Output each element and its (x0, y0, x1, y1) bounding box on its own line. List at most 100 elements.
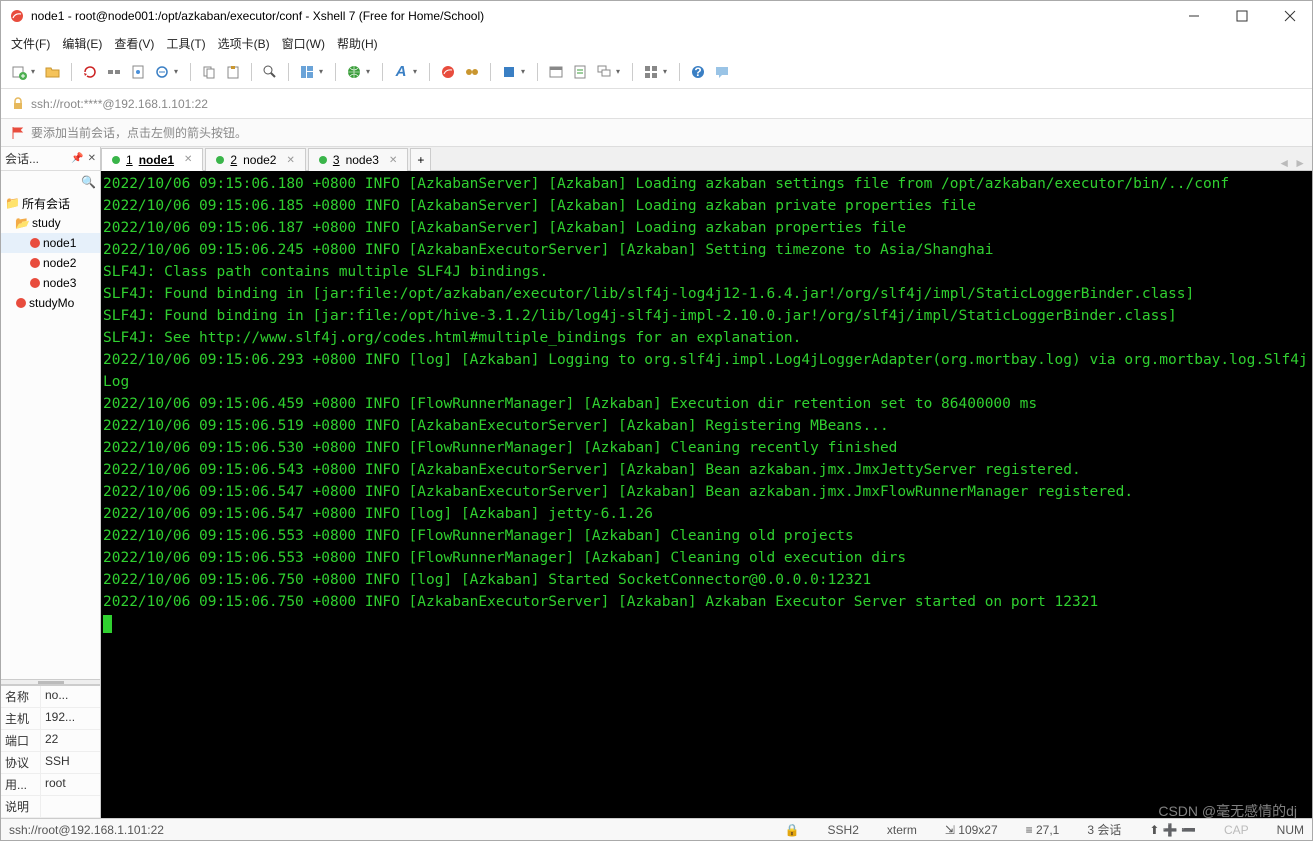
tab-close-icon[interactable]: ✕ (286, 155, 294, 166)
address-bar: ssh://root:****@192.168.1.101:22 (1, 89, 1312, 119)
chat-icon[interactable] (712, 62, 732, 82)
lock-icon (11, 97, 25, 111)
reconnect-icon[interactable] (80, 62, 100, 82)
paste-icon[interactable] (223, 62, 243, 82)
prop-val-user: root (41, 774, 100, 795)
hint-text: 要添加当前会话，点击左侧的箭头按钮。 (31, 124, 247, 141)
tab-close-icon[interactable]: ✕ (184, 154, 192, 165)
tree-session-node2[interactable]: node2 (1, 253, 100, 273)
resize-icon: ⇲ (945, 823, 958, 837)
menu-window[interactable]: 窗口(W) (282, 35, 325, 52)
sidebar-title: 会话... (5, 150, 39, 167)
open-folder-icon[interactable] (43, 62, 63, 82)
window-title: node1 - root@node001:/opt/azkaban/execut… (31, 9, 1180, 23)
session-properties: 名称no... 主机192... 端口22 协议SSH 用...root 说明 (1, 685, 100, 818)
tab-add-button[interactable]: + (410, 148, 431, 171)
xshell-icon[interactable] (438, 62, 458, 82)
dropdown-icon[interactable]: ▾ (413, 67, 421, 76)
status-caps: CAP (1224, 823, 1249, 837)
prop-val-port: 22 (41, 730, 100, 751)
menu-tabs[interactable]: 选项卡(B) (218, 35, 270, 52)
grid-icon[interactable] (641, 62, 661, 82)
menu-tools[interactable]: 工具(T) (166, 35, 205, 52)
dropdown-icon[interactable]: ▾ (31, 67, 39, 76)
terminal[interactable]: 2022/10/06 09:15:06.180 +0800 INFO [Azka… (101, 171, 1312, 818)
prop-key-host: 主机 (1, 708, 41, 729)
tab-label: node2 (243, 153, 276, 167)
tab-node2[interactable]: 2 node2 ✕ (205, 148, 305, 171)
minimize-button[interactable] (1180, 6, 1208, 26)
pin-icon[interactable]: 📌 (71, 153, 83, 164)
sidebar-search[interactable]: 🔍 (1, 171, 100, 193)
window-icon[interactable] (546, 62, 566, 82)
address-text[interactable]: ssh://root:****@192.168.1.101:22 (31, 97, 1302, 111)
maximize-button[interactable] (1228, 6, 1256, 26)
toolbar: ▾ ▾ ▾ ▾ A ▾ ▾ ▾ ▾ ? (1, 55, 1312, 89)
prop-key-port: 端口 (1, 730, 41, 751)
properties-icon[interactable] (128, 62, 148, 82)
prop-val-desc (41, 796, 100, 817)
prop-key-desc: 说明 (1, 796, 41, 817)
tab-bar: 1 node1 ✕ 2 node2 ✕ 3 node3 ✕ + ◄ ► (101, 147, 1312, 171)
tab-close-icon[interactable]: ✕ (389, 155, 397, 166)
prop-val-proto: SSH (41, 752, 100, 773)
menu-edit[interactable]: 编辑(E) (62, 35, 102, 52)
dropdown-icon[interactable]: ▾ (174, 67, 182, 76)
prop-val-name: no... (41, 686, 100, 707)
cursor-icon: ≡ (1026, 823, 1036, 837)
find-icon[interactable] (260, 62, 280, 82)
tab-next-icon[interactable]: ► (1294, 156, 1306, 170)
hint-bar: 要添加当前会话，点击左侧的箭头按钮。 (1, 119, 1312, 147)
status-connection: ssh://root@192.168.1.101:22 (9, 823, 164, 837)
dropdown-icon[interactable]: ▾ (366, 67, 374, 76)
close-button[interactable] (1276, 6, 1304, 26)
dropdown-icon[interactable]: ▾ (319, 67, 327, 76)
status-dot-icon (319, 156, 327, 164)
gears-icon[interactable] (462, 62, 482, 82)
blue-tool-icon[interactable] (499, 62, 519, 82)
title-bar: node1 - root@node001:/opt/azkaban/execut… (1, 1, 1312, 31)
tab-prev-icon[interactable]: ◄ (1278, 156, 1290, 170)
globe-icon[interactable] (344, 62, 364, 82)
tree-session-node3[interactable]: node3 (1, 273, 100, 293)
dropdown-icon[interactable]: ▾ (616, 67, 624, 76)
help-icon[interactable]: ? (688, 62, 708, 82)
tab-node3[interactable]: 3 node3 ✕ (308, 148, 408, 171)
status-dot-icon (216, 156, 224, 164)
prop-key-proto: 协议 (1, 752, 41, 773)
dropdown-icon[interactable]: ▾ (663, 67, 671, 76)
tab-node1[interactable]: 1 node1 ✕ (101, 148, 203, 171)
cascade-icon[interactable] (594, 62, 614, 82)
sidebar: 会话... 📌 ✕ 🔍 📁所有会话 📂study node1 node2 nod… (1, 147, 101, 818)
tab-label: node1 (139, 153, 174, 167)
dropdown-icon[interactable]: ▾ (521, 67, 529, 76)
close-panel-icon[interactable]: ✕ (88, 153, 96, 164)
status-bar: ssh://root@192.168.1.101:22 🔒 SSH2 xterm… (1, 818, 1312, 840)
tunnel-icon[interactable] (152, 62, 172, 82)
status-size: 109x27 (958, 823, 997, 837)
font-icon[interactable]: A (391, 62, 411, 82)
new-session-icon[interactable] (9, 62, 29, 82)
tree-session-studymo[interactable]: studyMo (1, 293, 100, 313)
menu-help[interactable]: 帮助(H) (337, 35, 378, 52)
status-lock-icon: 🔒 (785, 823, 800, 837)
svg-text:?: ? (694, 65, 701, 79)
menu-view[interactable]: 查看(V) (114, 35, 154, 52)
copy-icon[interactable] (199, 62, 219, 82)
flag-icon (11, 126, 25, 140)
tab-label: node3 (346, 153, 379, 167)
prop-key-user: 用... (1, 774, 41, 795)
session-icon (29, 277, 41, 289)
tree-session-node1[interactable]: node1 (1, 233, 100, 253)
prop-val-host: 192... (41, 708, 100, 729)
disconnect-icon[interactable] (104, 62, 124, 82)
tree-folder[interactable]: 📂study (1, 213, 100, 233)
tree-root[interactable]: 📁所有会话 (1, 193, 100, 213)
prop-key-name: 名称 (1, 686, 41, 707)
folder-icon: 📂 (15, 216, 30, 230)
layout-icon[interactable] (297, 62, 317, 82)
status-dot-icon (112, 156, 120, 164)
status-cursor: 27,1 (1036, 823, 1059, 837)
menu-file[interactable]: 文件(F) (11, 35, 50, 52)
script-icon[interactable] (570, 62, 590, 82)
